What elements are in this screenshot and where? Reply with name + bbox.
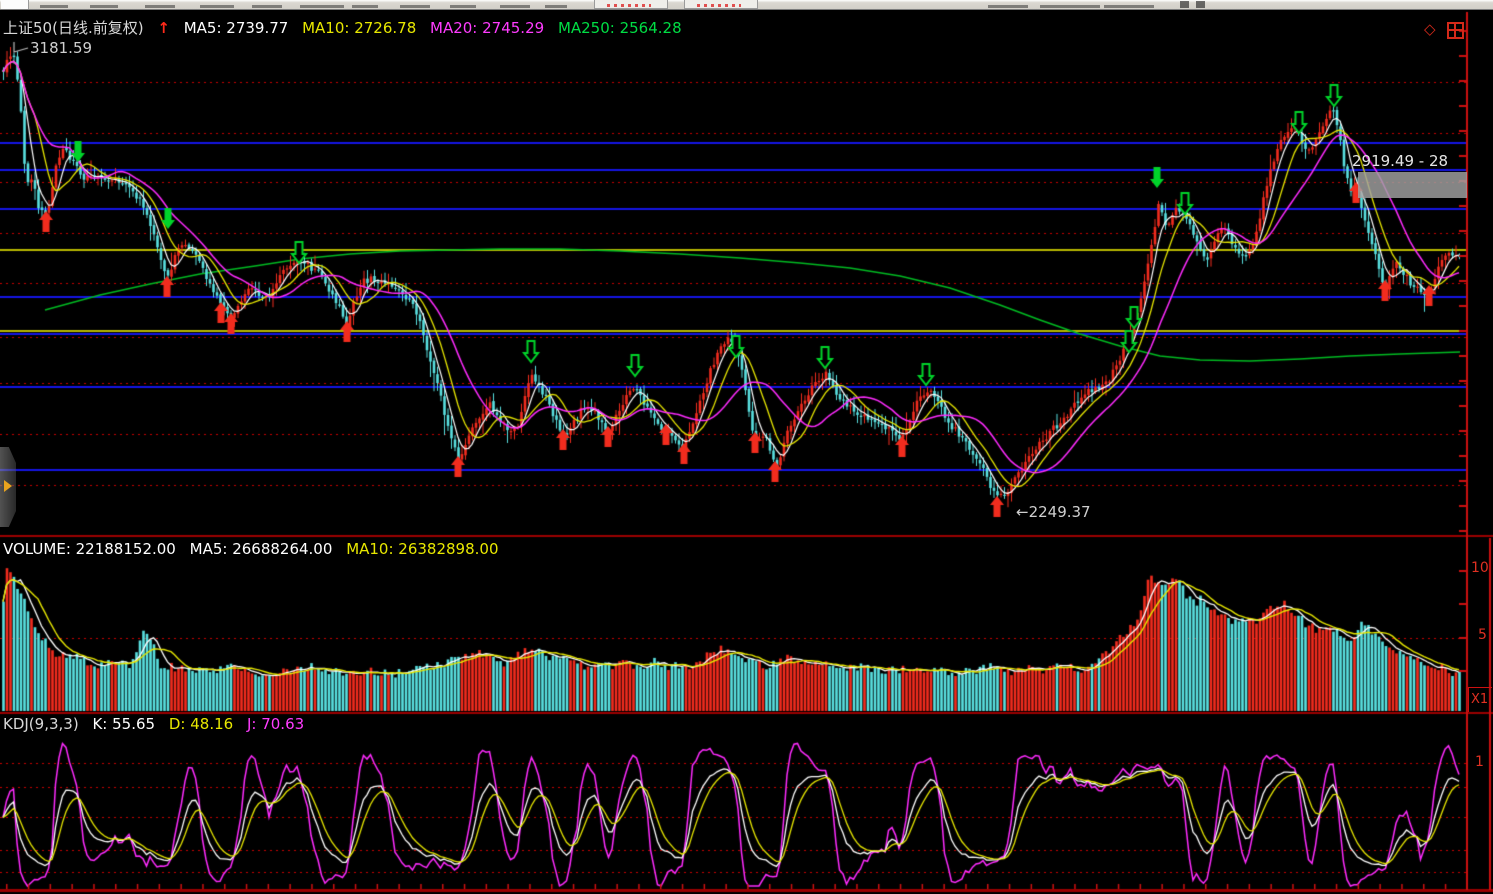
sidebar-expand-handle[interactable] (0, 447, 16, 527)
menu-item-stub[interactable] (300, 5, 344, 8)
volume-axis-label-upper: 10 (1471, 560, 1489, 576)
range-annotation: 2919.49 - 28 (1352, 152, 1449, 170)
price-range-highlight-box (1358, 172, 1467, 198)
menu-item-stub[interactable] (500, 5, 530, 8)
menu-toggle-button[interactable] (684, 0, 758, 9)
menu-item-stub[interactable] (1040, 5, 1100, 8)
volume-readout: VOLUME: 22188152.00 (3, 540, 176, 558)
diamond-tool-icon[interactable]: ◇ (1424, 22, 1436, 37)
menu-item-stub[interactable] (90, 5, 118, 8)
menu-item-stub[interactable] (40, 5, 68, 8)
toolbar-icon-stub[interactable] (1196, 1, 1205, 8)
grid-layout-icon[interactable] (1447, 22, 1464, 39)
menu-item-stub[interactable] (450, 5, 476, 8)
volume-ma10-readout: MA10: 26382898.00 (346, 540, 499, 558)
volume-axis-label-mid: 5 (1478, 627, 1487, 643)
volume-ma5-readout: MA5: 26688264.00 (189, 540, 333, 558)
kdj-axis-label: 1 (1475, 754, 1484, 770)
expand-arrow-icon (4, 480, 12, 492)
menu-item-stub[interactable] (252, 5, 282, 8)
candlestick-chart-canvas[interactable] (0, 0, 1493, 894)
toolbar-icon-stub[interactable] (1180, 1, 1189, 8)
menu-item-stub[interactable] (200, 5, 234, 8)
menu-item-stub[interactable] (988, 5, 1028, 8)
ma250-readout: MA250: 2564.28 (557, 19, 682, 37)
menu-bar[interactable] (0, 0, 1493, 10)
ma20-readout: MA20: 2745.29 (430, 19, 545, 37)
menu-item-stub[interactable] (400, 5, 430, 8)
kdj-k-readout: K: 55.65 (92, 715, 156, 733)
menu-item-stub[interactable] (1104, 5, 1154, 8)
menu-item-stub[interactable] (352, 5, 378, 8)
volume-scale-multiplier[interactable]: X1 (1468, 687, 1492, 712)
kdj-d-readout: D: 48.16 (168, 715, 234, 733)
kdj-title: KDJ(9,3,3) (3, 715, 79, 733)
kdj-pane-header: KDJ(9,3,3) K: 55.65 D: 48.16 J: 70.63 (3, 716, 313, 733)
trading-terminal-window: 上证50(日线.前复权) ↑ MA5: 2739.77 MA10: 2726.7… (0, 0, 1493, 894)
ma5-readout: MA5: 2739.77 (183, 19, 289, 37)
signal-up-arrow-icon: ↑ (157, 19, 170, 37)
volume-pane-header: VOLUME: 22188152.00 MA5: 26688264.00 MA1… (3, 541, 508, 558)
app-icon (1, 0, 29, 9)
kdj-j-readout: J: 70.63 (246, 715, 305, 733)
peak-price-annotation: 3181.59 (30, 39, 93, 57)
price-pane-header: 上证50(日线.前复权) ↑ MA5: 2739.77 MA10: 2726.7… (3, 20, 691, 37)
symbol-title: 上证50(日线.前复权) (3, 19, 144, 37)
low-price-annotation: ←2249.37 (1016, 503, 1091, 521)
menu-item-stub[interactable] (545, 5, 567, 8)
ma10-readout: MA10: 2726.78 (302, 19, 417, 37)
menu-item-stub[interactable] (145, 5, 175, 8)
menu-toggle-button[interactable] (594, 0, 668, 9)
